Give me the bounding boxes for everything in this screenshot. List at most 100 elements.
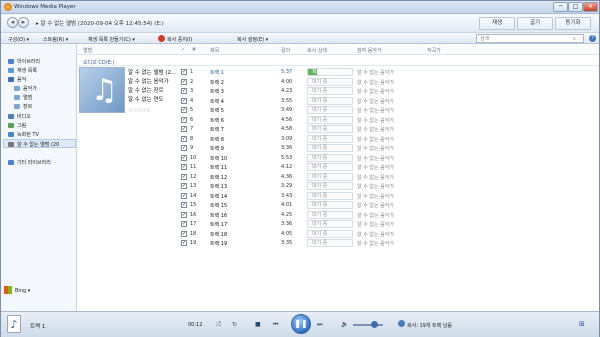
track-row[interactable]: ✓ 7 트랙 7 4:58 대기 중 알 수 없는 음악가 (177, 125, 599, 134)
contributing-artist: 알 수 없는 음악가 (357, 146, 394, 152)
rating-stars[interactable]: ☆☆☆☆☆ (128, 107, 151, 114)
contributing-artist: 알 수 없는 음악가 (357, 241, 394, 247)
sidebar-item-genre[interactable]: 장르 (23, 103, 32, 110)
rip-settings-menu[interactable]: 복사 설정(E) ▾ (237, 36, 268, 43)
bing-search-selector[interactable]: Bing ▾ (15, 288, 30, 294)
tab-play[interactable]: 재생 (479, 17, 515, 30)
tab-burn[interactable]: 굽기 (517, 17, 553, 30)
track-checkbox[interactable]: ✓ (181, 192, 187, 199)
close-button[interactable]: ✕ (583, 2, 598, 12)
track-checkbox[interactable]: ✓ (181, 202, 187, 208)
track-checkbox[interactable]: ✓ (181, 173, 187, 180)
sidebar-item-music[interactable]: 음악 (17, 76, 26, 83)
track-length: 4:56 (281, 116, 293, 123)
forward-button[interactable]: ▸ (18, 17, 29, 28)
volume-slider[interactable] (353, 324, 383, 326)
shuffle-button[interactable]: ⤮ (216, 321, 221, 329)
next-button[interactable]: ⏭ (317, 321, 322, 329)
search-icon[interactable]: ⌕ (573, 36, 576, 42)
sidebar-music-icon (8, 77, 14, 82)
col-length[interactable]: 길이 (281, 47, 290, 54)
track-row[interactable]: ✓ 8 트랙 8 3:09 대기 중 알 수 없는 음악가 (177, 134, 599, 144)
track-row[interactable]: ✓ 19 트랙 19 3:35 대기 중 알 수 없는 음악가 (177, 239, 599, 248)
contributing-artist: 알 수 없는 음악가 (357, 127, 394, 133)
contributing-artist: 알 수 없는 음악가 (357, 212, 394, 219)
track-row[interactable]: ✓ 12 트랙 12 4:36 대기 중 알 수 없는 음악가 (177, 172, 599, 182)
track-checkbox[interactable]: ✓ (181, 164, 187, 170)
search-input[interactable]: 검색 (476, 34, 584, 43)
maximize-button[interactable]: □ (568, 2, 583, 12)
previous-button[interactable]: ⏮ (273, 321, 278, 329)
track-checkbox[interactable]: ✓ (181, 78, 187, 85)
breadcrumb[interactable]: ▸ 알 수 없는 앨범 (2020-09-04 오후 12:45:54) (E:… (36, 19, 164, 27)
sidebar-item-pictures[interactable]: 그림 (17, 122, 26, 129)
track-row[interactable]: ✓ 5 트랙 5 3:49 대기 중 알 수 없는 음악가 (177, 106, 599, 115)
col-contributing-artist[interactable]: 참여 음악가 (357, 47, 382, 54)
music-note-icon: ♫ (91, 73, 118, 108)
pause-button[interactable]: ❚❚ (291, 314, 311, 334)
track-row[interactable]: ✓ 14 트랙 14 3:43 대기 중 알 수 없는 음악가 (177, 191, 599, 201)
track-row[interactable]: ✓ 4 트랙 4 3:55 대기 중 알 수 없는 음악가 (177, 96, 599, 106)
sidebar-item-library[interactable]: 라이브러리 (17, 58, 40, 65)
help-icon[interactable]: ? (589, 35, 596, 42)
minimize-button[interactable]: ─ (553, 2, 568, 12)
track-row[interactable]: ✓ 16 트랙 16 4:25 대기 중 알 수 없는 음악가 (177, 210, 599, 220)
tab-sync[interactable]: 동기화 (555, 17, 591, 30)
sidebar-item-other-libraries[interactable]: 기타 라이브러리 (17, 159, 51, 166)
organize-menu[interactable]: 구성(O) ▾ (8, 36, 29, 43)
volume-knob[interactable] (371, 321, 378, 328)
stop-rip-button[interactable]: 복사 중지(I) (167, 36, 192, 43)
col-title[interactable]: 제목 (210, 47, 219, 54)
track-checkbox[interactable]: ✓ (181, 126, 187, 132)
track-row[interactable]: ✓ 3 트랙 3 4:23 대기 중 알 수 없는 음악가 (177, 87, 599, 96)
track-row[interactable]: ✓ 11 트랙 11 4:12 대기 중 알 수 없는 음악가 (177, 163, 599, 172)
track-checkbox[interactable]: ✓ (181, 230, 187, 237)
repeat-button[interactable]: ↻ (232, 321, 237, 328)
switch-view-icon[interactable]: ⊞ (579, 320, 585, 328)
track-checkbox[interactable]: ✓ (181, 211, 187, 218)
stop-button[interactable]: ■ (255, 321, 261, 328)
track-checkbox[interactable]: ✓ (181, 97, 187, 104)
col-number[interactable]: # (192, 47, 196, 53)
track-checkbox[interactable]: ✓ (181, 154, 187, 161)
track-row[interactable]: ✓ 15 트랙 15 4:01 대기 중 알 수 없는 음악가 (177, 201, 599, 210)
track-row[interactable]: ✓ 1 트랙 1 5:37 복사 중(20%) 알 수 없는 음악가 (177, 68, 599, 77)
track-row[interactable]: ✓ 10 트랙 10 5:53 대기 중 알 수 없는 음악가 (177, 153, 599, 163)
sidebar-item-recorded-tv[interactable]: 녹화된 TV (17, 131, 39, 138)
sidebar-item-artist[interactable]: 음악가 (23, 85, 37, 92)
track-row[interactable]: ✓ 6 트랙 6 4:56 대기 중 알 수 없는 음악가 (177, 115, 599, 125)
back-button[interactable]: ◂ (7, 17, 18, 28)
track-checkbox[interactable]: ✓ (181, 183, 187, 189)
stream-menu[interactable]: 스트림(R) ▾ (43, 36, 68, 43)
mute-icon[interactable]: 🔈 (341, 321, 348, 328)
track-row[interactable]: ✓ 2 트랙 2 4:00 대기 중 알 수 없는 음악가 (177, 77, 599, 87)
track-row[interactable]: ✓ 9 트랙 9 3:36 대기 중 알 수 없는 음악가 (177, 144, 599, 153)
col-rip-status[interactable]: 복사 상태 (307, 47, 327, 54)
sidebar-item-unknown-album[interactable]: 알 수 없는 앨범 (20 (17, 141, 59, 148)
track-checkbox[interactable]: ✓ (181, 221, 187, 227)
sidebar-item-playlists[interactable]: 재생 목록 (17, 67, 37, 74)
track-title: 트랙 9 (210, 146, 224, 152)
rip-status-cell: 대기 중 (307, 191, 353, 200)
track-checkbox[interactable]: ✓ (181, 116, 187, 123)
track-checkbox[interactable]: ✓ (181, 107, 187, 113)
track-row[interactable]: ✓ 18 트랙 18 4:05 대기 중 알 수 없는 음악가 (177, 229, 599, 239)
create-playlist-menu[interactable]: 재생 목록 만들기(C) ▾ (88, 36, 135, 43)
track-row[interactable]: ✓ 17 트랙 17 3:36 대기 중 알 수 없는 음악가 (177, 220, 599, 229)
track-title: 트랙 6 (210, 117, 224, 124)
col-check[interactable]: ✓ (181, 47, 185, 53)
track-checkbox[interactable]: ✓ (181, 145, 187, 151)
rip-status-cell: 대기 중 (307, 77, 353, 86)
track-checkbox[interactable]: ✓ (181, 135, 187, 142)
sidebar-item-videos[interactable]: 비디오 (17, 113, 31, 120)
track-checkbox[interactable]: ✓ (181, 69, 187, 75)
col-album[interactable]: 앨범 (83, 47, 92, 54)
rip-status-text: 복사 중(20%) (312, 69, 343, 75)
sidebar-item-album[interactable]: 앨범 (23, 94, 32, 101)
track-row[interactable]: ✓ 13 트랙 13 3:29 대기 중 알 수 없는 음악가 (177, 182, 599, 191)
track-number: 5 (190, 107, 194, 113)
track-checkbox[interactable]: ✓ (181, 240, 187, 246)
track-checkbox[interactable]: ✓ (181, 88, 187, 94)
track-number: 13 (190, 183, 197, 189)
col-composer[interactable]: 작곡가 (427, 47, 441, 54)
